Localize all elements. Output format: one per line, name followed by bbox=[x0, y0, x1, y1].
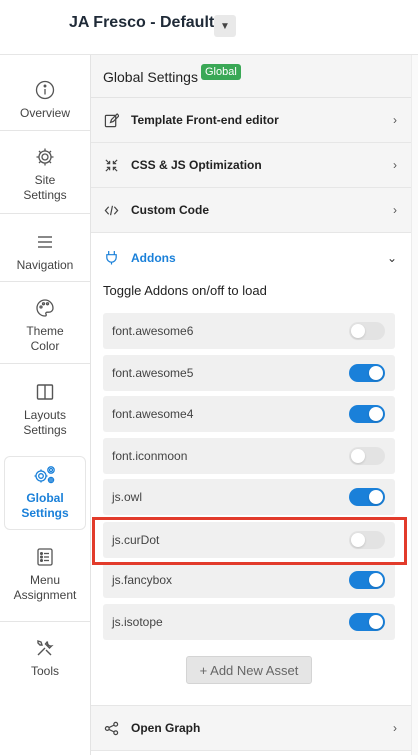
sidebar-item-tools[interactable]: Tools bbox=[0, 638, 90, 679]
addon-name: font.iconmoon bbox=[112, 449, 188, 463]
section-label: Open Graph bbox=[131, 721, 201, 735]
addon-row: js.isotope bbox=[103, 604, 395, 640]
toggle-knob bbox=[369, 490, 383, 504]
sidebar-item-label: Tools bbox=[30, 664, 59, 678]
toggle-knob bbox=[369, 573, 383, 587]
section-label: Template Front-end editor bbox=[131, 113, 279, 127]
sidebar-item-overview[interactable]: Overview bbox=[0, 80, 90, 121]
sidebar-item-layouts-settings[interactable]: Layouts Settings bbox=[0, 382, 90, 438]
list-icon bbox=[37, 548, 53, 566]
panel-title: Global Settings bbox=[103, 69, 198, 85]
scrollbar[interactable] bbox=[411, 55, 418, 755]
chevron-right-icon: › bbox=[393, 113, 397, 127]
palette-icon bbox=[36, 299, 54, 317]
section-custom-code[interactable]: Custom Code › bbox=[91, 188, 411, 233]
sidebar-item-theme-color[interactable]: Theme Color bbox=[0, 298, 90, 354]
share-icon bbox=[103, 720, 119, 736]
toggle-knob bbox=[351, 324, 365, 338]
addon-name: js.curDot bbox=[112, 533, 160, 547]
divider bbox=[0, 130, 90, 131]
sidebar-item-label: Site Settings bbox=[23, 173, 67, 202]
gear-icon bbox=[36, 148, 54, 166]
chevron-down-icon: ⌄ bbox=[386, 250, 397, 265]
addon-toggle[interactable] bbox=[349, 531, 385, 549]
section-template-frontend-editor[interactable]: Template Front-end editor › bbox=[91, 98, 411, 143]
section-label: CSS & JS Optimization bbox=[131, 158, 262, 172]
addon-name: js.owl bbox=[112, 490, 143, 504]
addon-toggle[interactable] bbox=[349, 571, 385, 589]
divider bbox=[0, 621, 90, 622]
menu-icon bbox=[38, 236, 52, 248]
sidebar-item-label: Layouts Settings bbox=[23, 408, 67, 437]
sidebar-item-label: Global Settings bbox=[21, 491, 69, 520]
section-css-js-optimization[interactable]: CSS & JS Optimization › bbox=[91, 143, 411, 188]
addon-toggle[interactable] bbox=[349, 322, 385, 340]
chevron-right-icon: › bbox=[393, 158, 397, 172]
section-label: Custom Code bbox=[131, 203, 209, 217]
addon-row: font.awesome6 bbox=[103, 313, 395, 349]
addon-name: font.awesome4 bbox=[112, 407, 194, 421]
divider bbox=[0, 213, 90, 214]
top-header: JA Fresco - Default ▼ bbox=[0, 0, 418, 55]
addon-name: js.isotope bbox=[112, 615, 163, 629]
divider bbox=[0, 281, 90, 282]
addon-toggle[interactable] bbox=[349, 488, 385, 506]
tools-icon bbox=[37, 640, 54, 656]
global-badge: Global bbox=[201, 64, 241, 80]
section-addons[interactable]: Addons ⌄ bbox=[91, 235, 411, 280]
toggle-knob bbox=[369, 407, 383, 421]
addon-row: font.iconmoon bbox=[103, 438, 395, 474]
addons-hint: Toggle Addons on/off to load bbox=[103, 283, 267, 298]
plug-icon bbox=[103, 250, 119, 266]
chevron-down-icon[interactable]: ▼ bbox=[214, 15, 236, 37]
addon-row: js.curDot bbox=[103, 522, 395, 558]
addon-toggle[interactable] bbox=[349, 364, 385, 382]
divider bbox=[0, 363, 90, 364]
toggle-knob bbox=[351, 533, 365, 547]
toggle-knob bbox=[369, 615, 383, 629]
sidebar-item-site-settings[interactable]: Site Settings bbox=[0, 147, 90, 203]
toggle-knob bbox=[369, 366, 383, 380]
sidebar-item-navigation[interactable]: Navigation bbox=[0, 232, 90, 273]
sidebar: Overview Site Settings Navigation Theme … bbox=[0, 55, 91, 755]
addon-toggle[interactable] bbox=[349, 447, 385, 465]
addon-name: font.awesome6 bbox=[112, 324, 194, 338]
addon-name: font.awesome5 bbox=[112, 366, 194, 380]
add-new-asset-button[interactable]: + Add New Asset bbox=[186, 656, 312, 684]
sidebar-item-global-settings[interactable]: Global Settings bbox=[4, 456, 86, 530]
addon-toggle[interactable] bbox=[349, 405, 385, 423]
sidebar-item-label: Theme Color bbox=[26, 324, 64, 353]
sidebar-item-label: Navigation bbox=[16, 258, 74, 272]
edit-icon bbox=[103, 112, 119, 128]
compress-icon bbox=[103, 157, 119, 173]
addon-row: js.fancybox bbox=[103, 562, 395, 598]
addon-row: font.awesome4 bbox=[103, 396, 395, 432]
code-icon bbox=[103, 202, 119, 218]
chevron-right-icon: › bbox=[393, 203, 397, 217]
layout-icon bbox=[36, 384, 54, 400]
addon-row: font.awesome5 bbox=[103, 355, 395, 391]
section-open-graph[interactable]: Open Graph › bbox=[91, 706, 411, 751]
addon-row: js.owl bbox=[103, 479, 395, 515]
panel-header: Global Settings Global bbox=[91, 55, 411, 98]
sidebar-item-menu-assignment[interactable]: Menu Assignment bbox=[0, 547, 90, 603]
gears-icon bbox=[34, 466, 55, 484]
sidebar-item-label: Menu Assignment bbox=[13, 573, 77, 602]
settings-panel: Global Settings Global Template Front-en… bbox=[91, 55, 411, 755]
toggle-knob bbox=[351, 449, 365, 463]
template-title: JA Fresco - Default bbox=[69, 14, 215, 31]
info-icon bbox=[35, 80, 55, 100]
sidebar-item-label: Overview bbox=[19, 106, 70, 120]
section-label: Addons bbox=[131, 250, 176, 265]
chevron-right-icon: › bbox=[393, 721, 397, 735]
addon-name: js.fancybox bbox=[112, 573, 173, 587]
addon-toggle[interactable] bbox=[349, 613, 385, 631]
